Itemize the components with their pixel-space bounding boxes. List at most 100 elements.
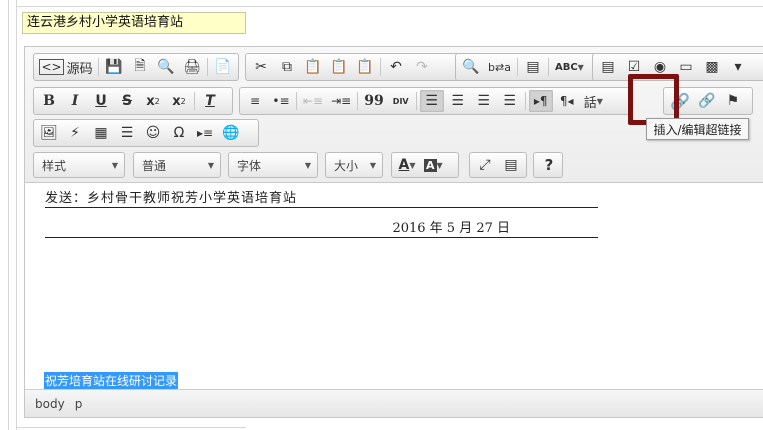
flash-button[interactable]: ⚡ <box>63 122 87 144</box>
textfield-icon: ▭ <box>679 59 693 75</box>
show-blocks-icon: ▤ <box>504 157 518 173</box>
select-button[interactable]: ▾ <box>726 56 750 78</box>
iframe-button[interactable]: 🌐 <box>219 122 243 144</box>
separator <box>207 58 209 76</box>
page-border-left <box>8 0 9 430</box>
align-center-button[interactable]: ☰ <box>446 90 470 112</box>
replace-icon: b⇄a <box>488 60 511 74</box>
textarea-button[interactable]: ▩ <box>700 56 724 78</box>
maximize-button[interactable]: ⤢ <box>473 154 497 176</box>
font-dropdown[interactable]: 字体 ▼ <box>228 152 318 178</box>
ltr-button[interactable]: ▸¶ <box>528 90 553 112</box>
creatediv-button[interactable]: DIV <box>389 90 413 112</box>
smiley-button[interactable]: ☺ <box>141 122 165 144</box>
indent-icon: ⇥≡ <box>331 94 352 108</box>
separator <box>524 92 526 110</box>
maximize-icon: ⤢ <box>479 157 491 173</box>
separator <box>357 92 359 110</box>
toolbar-group-basicstyles: B I U S x2 x2 T <box>33 87 233 115</box>
outdent-icon: ⇤≡ <box>303 94 324 108</box>
element-path-p[interactable]: p <box>75 397 83 411</box>
justify-button[interactable]: ☰ <box>498 90 522 112</box>
copy-button[interactable]: ⧉ <box>275 56 299 78</box>
rtl-button[interactable]: ¶◂ <box>555 90 579 112</box>
subscript-mark: 2 <box>154 96 160 106</box>
link-tooltip: 插入/编辑超链接 <box>646 118 749 140</box>
bg-color-button[interactable]: A ▼ <box>421 154 446 176</box>
selected-text[interactable]: 祝芳培育站在线研讨记录 <box>44 372 179 389</box>
title-input[interactable]: 连云港乡村小学英语培育站 <box>22 12 246 34</box>
radio-icon: ◉ <box>653 59 667 75</box>
subscript-button[interactable]: x2 <box>141 90 165 112</box>
templates-button[interactable]: 📄 <box>211 56 235 78</box>
bulleted-list-button[interactable]: •≡ <box>269 90 293 112</box>
format-label: 普通 <box>142 158 167 173</box>
preview-button[interactable]: 🔍 <box>154 56 178 78</box>
outdent-button[interactable]: ⇤≡ <box>300 90 326 112</box>
save-button[interactable]: 💾 <box>102 56 126 78</box>
image-button[interactable]: 🖼 <box>37 122 61 144</box>
size-dropdown[interactable]: 大小 ▼ <box>325 152 383 178</box>
strike-button[interactable]: S <box>115 90 139 112</box>
undo-button[interactable]: ↶ <box>384 56 408 78</box>
print-button[interactable]: 🖨 <box>180 56 204 78</box>
table-icon: ▦ <box>94 125 108 141</box>
unlink-button[interactable]: 🔗 <box>695 90 719 112</box>
paste-button[interactable]: 📋 <box>301 56 325 78</box>
toolbar-group-tools: ⤢ ▤ <box>469 152 527 178</box>
select-all-button[interactable]: ▤ <box>521 56 545 78</box>
redo-button[interactable]: ↷ <box>410 56 434 78</box>
replace-button[interactable]: b⇄a <box>485 56 514 78</box>
superscript-button[interactable]: x2 <box>167 90 191 112</box>
text-color-icon: A <box>398 157 410 173</box>
paste-word-button[interactable]: 📋 <box>353 56 377 78</box>
chevron-down-icon: ▼ <box>577 62 584 72</box>
underline-button[interactable]: U <box>89 90 113 112</box>
horizontal-rule-button[interactable]: ☰ <box>115 122 139 144</box>
new-page-button[interactable]: 🗎 <box>128 56 152 78</box>
cut-button[interactable]: ✂ <box>249 56 273 78</box>
language-icon: 話 <box>583 95 597 111</box>
help-button[interactable]: ? <box>537 154 561 176</box>
indent-button[interactable]: ⇥≡ <box>328 90 354 112</box>
strike-icon: S <box>121 93 133 109</box>
language-button[interactable]: 話 ▼ <box>581 90 606 112</box>
templates-icon: 📄 <box>214 59 232 75</box>
bold-button[interactable]: B <box>37 90 61 112</box>
anchor-button[interactable]: ⚑ <box>721 90 745 112</box>
toolbar-group-document: <> 源码 💾 🗎 🔍 🖨 📄 <box>33 53 239 81</box>
editor-content[interactable]: 发送：乡村骨干教师祝芳小学英语培育站 2016 年 5 月 27 日 祝芳培育站… <box>25 184 763 391</box>
source-label: 源码 <box>66 61 93 77</box>
page-break-icon: ▸≡ <box>196 126 214 140</box>
special-char-button[interactable]: Ω <box>167 122 191 144</box>
document-line-date: 2016 年 5 月 27 日 <box>45 217 598 238</box>
creatediv-icon: DIV <box>392 96 409 106</box>
page-border-bottom <box>16 427 246 428</box>
blockquote-button[interactable]: 99 <box>361 90 386 112</box>
separator <box>415 92 417 110</box>
paste-text-button[interactable]: 📋 <box>327 56 351 78</box>
remove-format-button[interactable]: T <box>198 90 222 112</box>
toolbar-group-editing: 🔍 b⇄a ▤ ABC ▼ <box>455 53 611 81</box>
numbered-list-button[interactable]: ≡ <box>243 90 267 112</box>
page-break-button[interactable]: ▸≡ <box>193 122 217 144</box>
align-left-button[interactable]: ☰ <box>419 90 444 112</box>
text-color-button[interactable]: A ▼ <box>395 154 419 176</box>
format-dropdown[interactable]: 普通 ▼ <box>133 152 221 178</box>
form-button[interactable]: ▤ <box>596 56 620 78</box>
font-label: 字体 <box>237 158 262 173</box>
find-button[interactable]: 🔍 <box>459 56 483 78</box>
select-all-icon: ▤ <box>526 59 540 75</box>
element-path-body[interactable]: body <box>35 397 65 411</box>
show-blocks-button[interactable]: ▤ <box>499 154 523 176</box>
italic-button[interactable]: I <box>63 90 87 112</box>
smiley-icon: ☺ <box>145 125 161 141</box>
table-button[interactable]: ▦ <box>89 122 113 144</box>
styles-dropdown[interactable]: 样式 ▼ <box>33 152 125 178</box>
source-button[interactable]: <> 源码 <box>37 56 95 78</box>
paste-word-icon: 📋 <box>356 59 374 75</box>
bg-color-icon: A <box>424 158 437 172</box>
align-right-button[interactable]: ☰ <box>472 90 496 112</box>
spellcheck-button[interactable]: ABC ▼ <box>552 56 587 78</box>
help-icon: ? <box>544 156 554 174</box>
